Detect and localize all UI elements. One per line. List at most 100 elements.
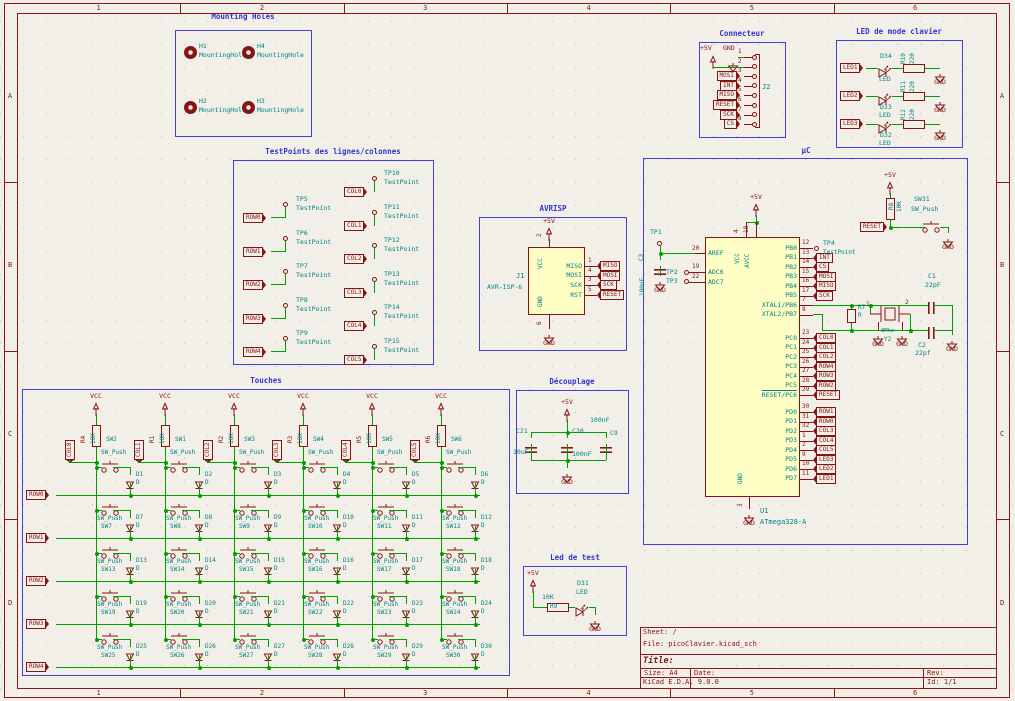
- net-label-ROW1[interactable]: ROW1: [816, 407, 836, 417]
- gnd-symbol[interactable]: [562, 468, 572, 477]
- crystal-Y2[interactable]: [870, 304, 910, 324]
- net-label-ROW0[interactable]: ROW0: [816, 417, 836, 427]
- net-label-MISO[interactable]: MISO: [816, 281, 836, 291]
- gnd-symbol[interactable]: [728, 57, 738, 66]
- testpoint-TP9[interactable]: [283, 336, 288, 341]
- net-label-COL5[interactable]: COL5: [410, 440, 420, 460]
- mounting-hole-H4[interactable]: [242, 46, 255, 59]
- switch-SW9[interactable]: [239, 501, 257, 513]
- resistor-R11[interactable]: [903, 92, 925, 101]
- mounting-hole-H1[interactable]: [184, 46, 197, 59]
- testpoint-TP11[interactable]: [372, 210, 377, 215]
- net-label-MOSI[interactable]: MOSI: [600, 271, 620, 281]
- connector-pin-circle[interactable]: [752, 122, 757, 127]
- switch-SW14[interactable]: [170, 544, 188, 556]
- power-symbol-VCC[interactable]: [368, 401, 376, 414]
- switch-SW28[interactable]: [308, 630, 326, 642]
- net-label-COL4[interactable]: COL4: [344, 321, 364, 331]
- power-symbol-VCC[interactable]: [92, 401, 100, 414]
- switch-SW13[interactable]: [101, 544, 119, 556]
- power-symbol-+5V[interactable]: [752, 202, 760, 215]
- testpoint-TP15[interactable]: [372, 344, 377, 349]
- connector-pin-circle[interactable]: [752, 103, 757, 108]
- switch-SW15[interactable]: [239, 544, 257, 556]
- switch-SW16[interactable]: [308, 544, 326, 556]
- switch-SW6[interactable]: [446, 458, 464, 470]
- net-label-LED3[interactable]: LED3: [816, 455, 836, 465]
- net-label-RESET[interactable]: RESET: [816, 390, 840, 400]
- net-label-COL2[interactable]: COL2: [344, 254, 364, 264]
- net-label-COL4[interactable]: COL4: [341, 440, 351, 460]
- net-label-MISO[interactable]: MISO: [717, 90, 737, 100]
- resistor-R10[interactable]: [903, 64, 925, 73]
- switch-SW26[interactable]: [170, 630, 188, 642]
- net-label-ROW3[interactable]: ROW3: [243, 314, 263, 324]
- switch-SW17[interactable]: [377, 544, 395, 556]
- net-label-RESET[interactable]: RESET: [713, 100, 737, 110]
- switch-SW22[interactable]: [308, 587, 326, 599]
- net-label-SCK[interactable]: SCK: [720, 110, 737, 120]
- net-label-ROW0[interactable]: ROW0: [243, 213, 263, 223]
- net-label-ROW3[interactable]: ROW3: [816, 371, 836, 381]
- net-label-CS[interactable]: CS: [724, 119, 737, 129]
- switch-SW25[interactable]: [101, 630, 119, 642]
- power-symbol-VCC[interactable]: [437, 401, 445, 414]
- testpoint-TP14[interactable]: [372, 310, 377, 315]
- testpoint-TP8[interactable]: [283, 303, 288, 308]
- led-D32[interactable]: [878, 119, 892, 129]
- net-label-ROW4[interactable]: ROW4: [243, 347, 263, 357]
- cap-C1[interactable]: [928, 299, 935, 311]
- power-symbol-+5V[interactable]: [709, 54, 717, 67]
- power-symbol-+5V[interactable]: [886, 180, 894, 193]
- resistor-R12[interactable]: [903, 120, 925, 129]
- net-label-LED2[interactable]: LED2: [816, 464, 836, 474]
- mounting-hole-H2[interactable]: [184, 101, 197, 114]
- net-label-COL5[interactable]: COL5: [344, 355, 364, 365]
- net-label-COL3[interactable]: COL3: [816, 426, 836, 436]
- net-label-COL1[interactable]: COL1: [816, 343, 836, 353]
- gnd-symbol[interactable]: [943, 233, 953, 242]
- schematic-canvas[interactable]: Mounting Holes TestPoints des lignes/col…: [0, 0, 1015, 701]
- testpoint-TP4[interactable]: [814, 246, 819, 251]
- net-label-SCK[interactable]: SCK: [600, 280, 617, 290]
- testpoint-TP12[interactable]: [372, 243, 377, 248]
- net-label-COL0[interactable]: COL0: [65, 440, 75, 460]
- net-label-COL3[interactable]: COL3: [272, 440, 282, 460]
- switch-SW1[interactable]: [170, 458, 188, 470]
- switch-SW3[interactable]: [239, 458, 257, 470]
- switch-SW31[interactable]: [922, 218, 940, 230]
- net-label-SCK[interactable]: SCK: [816, 291, 833, 301]
- switch-SW27[interactable]: [239, 630, 257, 642]
- switch-SW23[interactable]: [377, 587, 395, 599]
- net-label-ROW0[interactable]: ROW0: [26, 490, 46, 500]
- net-label-LED1[interactable]: LED1: [840, 63, 860, 73]
- testpoint-TP10[interactable]: [372, 176, 377, 181]
- power-symbol-+5V[interactable]: [529, 578, 537, 591]
- net-label-COL1[interactable]: COL1: [344, 221, 364, 231]
- net-label-ROW2[interactable]: ROW2: [816, 381, 836, 391]
- net-label-MOSI[interactable]: MOSI: [816, 272, 836, 282]
- net-label-ROW2[interactable]: ROW2: [243, 280, 263, 290]
- switch-SW2[interactable]: [101, 458, 119, 470]
- net-label-COL4[interactable]: COL4: [816, 436, 836, 446]
- gnd-symbol[interactable]: [655, 276, 665, 285]
- power-symbol-+5V[interactable]: [545, 226, 553, 239]
- led-D31[interactable]: [575, 602, 589, 612]
- testpoint-TP5[interactable]: [283, 202, 288, 207]
- net-label-LED1[interactable]: LED1: [816, 474, 836, 484]
- testpoint-TP7[interactable]: [283, 269, 288, 274]
- gnd-symbol[interactable]: [590, 615, 600, 624]
- gnd-symbol[interactable]: [935, 96, 945, 105]
- switch-SW21[interactable]: [239, 587, 257, 599]
- switch-SW19[interactable]: [101, 587, 119, 599]
- net-label-COL5[interactable]: COL5: [816, 445, 836, 455]
- gnd-symbol[interactable]: [935, 68, 945, 77]
- switch-SW24[interactable]: [446, 587, 464, 599]
- testpoint-TP13[interactable]: [372, 277, 377, 282]
- gnd-symbol[interactable]: [744, 509, 754, 518]
- switch-SW5[interactable]: [377, 458, 395, 470]
- net-label-ROW2[interactable]: ROW2: [26, 576, 46, 586]
- net-label-COL3[interactable]: COL3: [344, 288, 364, 298]
- net-label-COL2[interactable]: COL2: [203, 440, 213, 460]
- net-label-RESET[interactable]: RESET: [860, 222, 884, 232]
